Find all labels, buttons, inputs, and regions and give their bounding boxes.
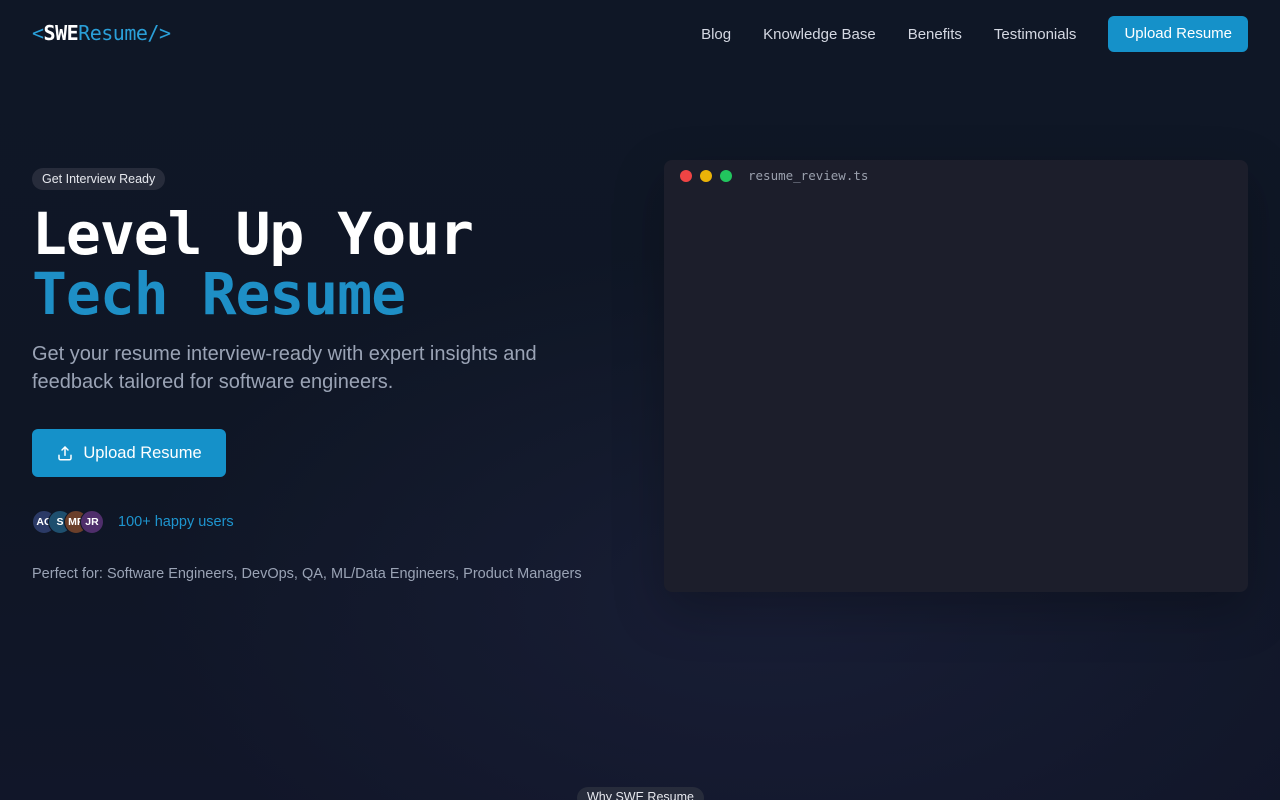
perfect-for-text: Perfect for: Software Engineers, DevOps,… xyxy=(32,566,582,582)
logo-resume: Resume xyxy=(78,21,148,45)
hero-badge: Get Interview Ready xyxy=(32,168,166,190)
page: <SWEResume/> Blog Knowledge Base Benefit… xyxy=(0,0,1280,800)
logo[interactable]: <SWEResume/> xyxy=(32,20,171,46)
logo-open-bracket: < xyxy=(32,21,44,45)
section-badge: Why SWE Resume xyxy=(577,787,704,800)
hero-headline-line2: Tech Resume xyxy=(32,260,406,328)
upload-icon xyxy=(58,446,73,461)
nav-link-knowledge-base[interactable]: Knowledge Base xyxy=(763,26,876,43)
hero-headline-line1: Level Up Your xyxy=(32,200,474,268)
happy-users-count: 100+ happy users xyxy=(118,514,234,530)
nav-link-blog[interactable]: Blog xyxy=(701,26,731,43)
nav-link-testimonials[interactable]: Testimonials xyxy=(994,26,1077,43)
hero-cta-label: Upload Resume xyxy=(83,443,202,462)
maximize-dot-icon xyxy=(720,170,732,182)
social-proof: AC S MP JR 100+ happy users xyxy=(32,510,234,534)
main-nav: Blog Knowledge Base Benefits Testimonial… xyxy=(701,16,1248,52)
avatar-group: AC S MP JR xyxy=(32,510,104,534)
avatar: JR xyxy=(80,510,104,534)
header-upload-resume-button[interactable]: Upload Resume xyxy=(1108,16,1248,52)
hero-subtitle: Get your resume interview-ready with exp… xyxy=(32,343,537,393)
close-dot-icon xyxy=(680,170,692,182)
window-controls xyxy=(680,170,740,182)
nav-link-benefits[interactable]: Benefits xyxy=(908,26,962,43)
logo-swe: SWE xyxy=(43,21,79,45)
hero-upload-resume-button[interactable]: Upload Resume xyxy=(32,429,226,477)
hero-headline: Level Up Your Tech Resume xyxy=(32,200,474,328)
logo-close-bracket: /> xyxy=(147,21,171,45)
window-filename: resume_review.ts xyxy=(748,168,869,183)
code-window: resume_review.ts xyxy=(664,160,1248,592)
minimize-dot-icon xyxy=(700,170,712,182)
header: <SWEResume/> Blog Knowledge Base Benefit… xyxy=(0,0,1280,66)
